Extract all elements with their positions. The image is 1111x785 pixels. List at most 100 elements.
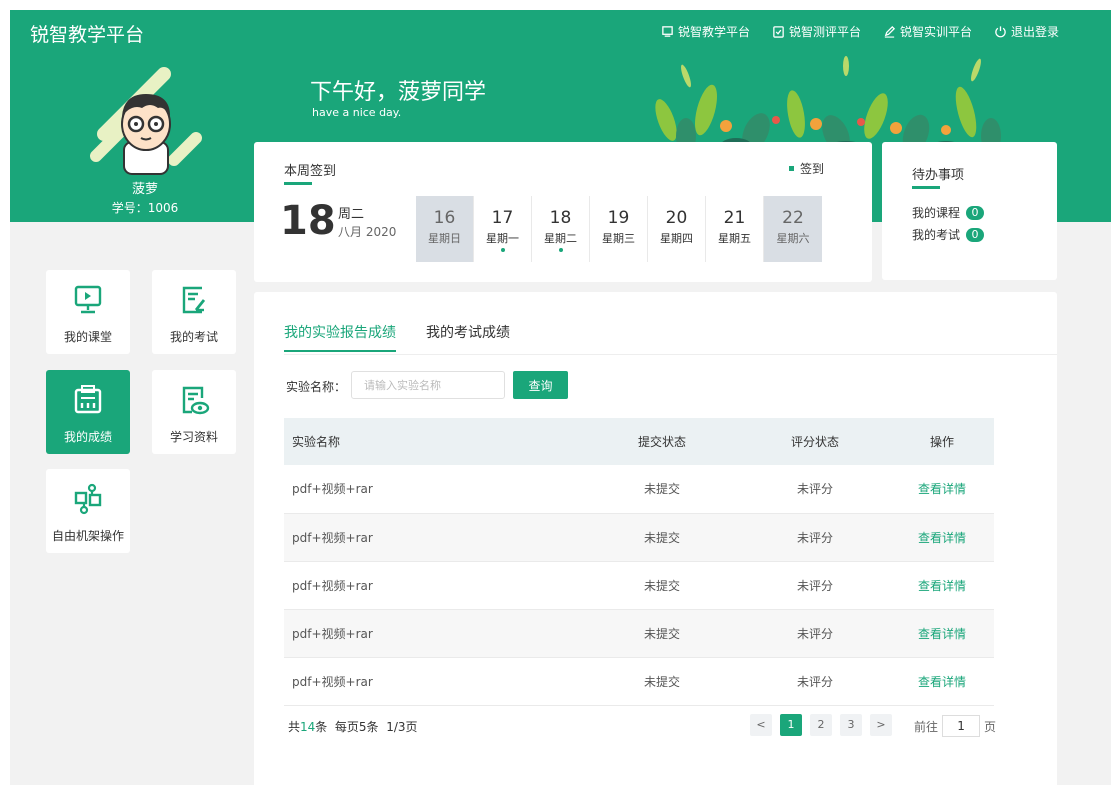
header-submit-status: 提交状态 <box>584 418 740 465</box>
cell-action: 查看详情 <box>890 657 994 706</box>
cell-action: 查看详情 <box>890 609 994 658</box>
experiment-name-input[interactable] <box>351 371 505 399</box>
week-days: 16 星期日 17 星期一 18 星期二 19 星期三 20 星期四 21 星期五 22 星期… <box>416 196 822 262</box>
today-date: 18 <box>280 198 336 244</box>
header-grade-status: 评分状态 <box>740 418 890 465</box>
cell-action: 查看详情 <box>890 465 994 514</box>
goto-page-input[interactable] <box>942 715 981 737</box>
day-weekday: 星期二 <box>544 232 577 245</box>
view-details-link[interactable]: 查看详情 <box>918 627 966 641</box>
today-month: 八月 2020 <box>338 225 397 239</box>
tile-free-rack[interactable]: 自由机架操作 <box>46 469 130 553</box>
checkin-title: 本周签到 <box>284 164 337 179</box>
day-cell[interactable]: 19 星期三 <box>590 196 648 262</box>
student-id: 学号：1006 <box>111 201 179 215</box>
tile-label: 自由机架操作 <box>51 529 124 543</box>
cell-submit-status: 未提交 <box>584 657 740 706</box>
header-action: 操作 <box>890 418 994 465</box>
tile-label: 学习资料 <box>169 430 218 444</box>
prev-page-button[interactable]: < <box>750 714 772 736</box>
page-button[interactable]: 2 <box>810 714 832 736</box>
greeting-title: 下午好，菠萝同学 <box>310 80 487 105</box>
day-weekday: 星期一 <box>486 232 519 245</box>
cell-grade-status: 未评分 <box>740 465 890 514</box>
day-cell[interactable]: 21 星期五 <box>706 196 764 262</box>
tile-my-grades[interactable]: 我的成绩 <box>46 370 130 454</box>
todo-exams[interactable]: 我的考试 0 <box>912 226 985 243</box>
nav-teach-label: 锐智教学平台 <box>677 25 750 39</box>
cell-grade-status: 未评分 <box>740 561 890 610</box>
day-number: 21 <box>723 208 746 228</box>
todo-title: 待办事项 <box>912 168 965 183</box>
todo-exams-label: 我的考试 <box>912 228 961 242</box>
nav-train-platform[interactable]: 锐智实训平台 <box>883 23 972 40</box>
table-row: pdf+视频+rar 未提交 未评分 查看详情 <box>284 561 994 610</box>
day-weekday: 星期日 <box>428 232 461 245</box>
document-eye-icon <box>182 386 210 415</box>
todo-card: 待办事项 我的课程 0 我的考试 0 <box>882 142 1057 280</box>
todo-courses-label: 我的课程 <box>912 206 961 220</box>
cell-action: 查看详情 <box>890 561 994 610</box>
view-details-link[interactable]: 查看详情 <box>918 531 966 545</box>
day-cell[interactable]: 20 星期四 <box>648 196 706 262</box>
tile-my-exam[interactable]: 我的考试 <box>152 270 236 354</box>
tile-label: 我的成绩 <box>63 430 112 444</box>
view-details-link[interactable]: 查看详情 <box>918 675 966 689</box>
tile-study-materials[interactable]: 学习资料 <box>152 370 236 454</box>
top-nav: 锐智教学平台 锐智测评平台 锐智实训平台 退出登录 <box>661 23 1059 40</box>
summary-suffix: 条 每页5条 1/3页 <box>315 720 418 734</box>
day-weekday: 星期六 <box>776 232 810 245</box>
tab-exam-grades[interactable]: 我的考试成绩 <box>426 322 510 352</box>
todo-courses-badge: 0 <box>966 205 985 220</box>
day-cell[interactable]: 22 星期六 <box>764 196 822 262</box>
app-frame: 锐智教学平台 锐智教学平台 锐智测评平台 锐智实训平台 退出登录 菠萝 学号：1… <box>10 10 1111 785</box>
nav-eval-platform[interactable]: 锐智测评平台 <box>772 23 861 40</box>
page-button[interactable]: 1 <box>780 714 802 736</box>
next-page-button[interactable]: > <box>870 714 892 736</box>
pagination-summary: 共14条 每页5条 1/3页 <box>288 718 418 735</box>
tile-my-classroom[interactable]: 我的课堂 <box>46 270 130 354</box>
signed-dot-icon <box>559 248 563 252</box>
day-number: 19 <box>607 208 630 228</box>
title-underline <box>912 186 940 189</box>
search-button[interactable]: 查询 <box>513 371 568 399</box>
day-cell[interactable]: 16 星期日 <box>416 196 474 262</box>
page-button[interactable]: 3 <box>840 714 862 736</box>
weekly-checkin-card: 本周签到 签到 18 周二 八月 2020 16 星期日 17 星期一 18 星期二 … <box>254 142 872 282</box>
logout-label: 退出登录 <box>1010 25 1059 39</box>
day-cell[interactable]: 18 星期二 <box>532 196 590 262</box>
cell-name: pdf+视频+rar <box>284 609 584 658</box>
cell-name: pdf+视频+rar <box>284 513 584 562</box>
view-details-link[interactable]: 查看详情 <box>918 579 966 593</box>
view-details-link[interactable]: 查看详情 <box>918 482 966 496</box>
brand-title: 锐智教学平台 <box>30 24 145 46</box>
day-cell[interactable]: 17 星期一 <box>474 196 532 262</box>
network-nodes-icon <box>74 483 102 515</box>
book-icon <box>662 26 673 37</box>
checkin-button[interactable]: 签到 <box>788 160 824 177</box>
today-weekday: 周二 <box>338 207 365 222</box>
clipboard-check-icon <box>773 26 784 38</box>
cell-grade-status: 未评分 <box>740 609 890 658</box>
tab-lab-report-grades[interactable]: 我的实验报告成绩 <box>284 322 396 352</box>
todo-courses[interactable]: 我的课程 0 <box>912 204 985 221</box>
avatar <box>90 67 202 175</box>
table-row: pdf+视频+rar 未提交 未评分 查看详情 <box>284 657 994 706</box>
day-number: 20 <box>665 208 688 228</box>
grades-icon <box>74 385 102 414</box>
cell-submit-status: 未提交 <box>584 609 740 658</box>
signed-dot-icon <box>501 248 505 252</box>
goto-page: 前往 页 <box>914 715 996 737</box>
tabs-divider <box>284 354 1057 355</box>
logout-button[interactable]: 退出登录 <box>994 23 1059 40</box>
power-icon <box>995 26 1006 38</box>
day-number: 16 <box>433 208 456 228</box>
user-name: 菠萝 <box>131 182 158 197</box>
search-label: 实验名称： <box>286 380 347 394</box>
cell-grade-status: 未评分 <box>740 513 890 562</box>
nav-teach-platform[interactable]: 锐智教学平台 <box>661 23 750 40</box>
day-number: 18 <box>549 208 572 228</box>
title-underline <box>284 182 312 185</box>
cell-submit-status: 未提交 <box>584 465 740 514</box>
results-tabs: 我的实验报告成绩 我的考试成绩 <box>284 322 510 352</box>
